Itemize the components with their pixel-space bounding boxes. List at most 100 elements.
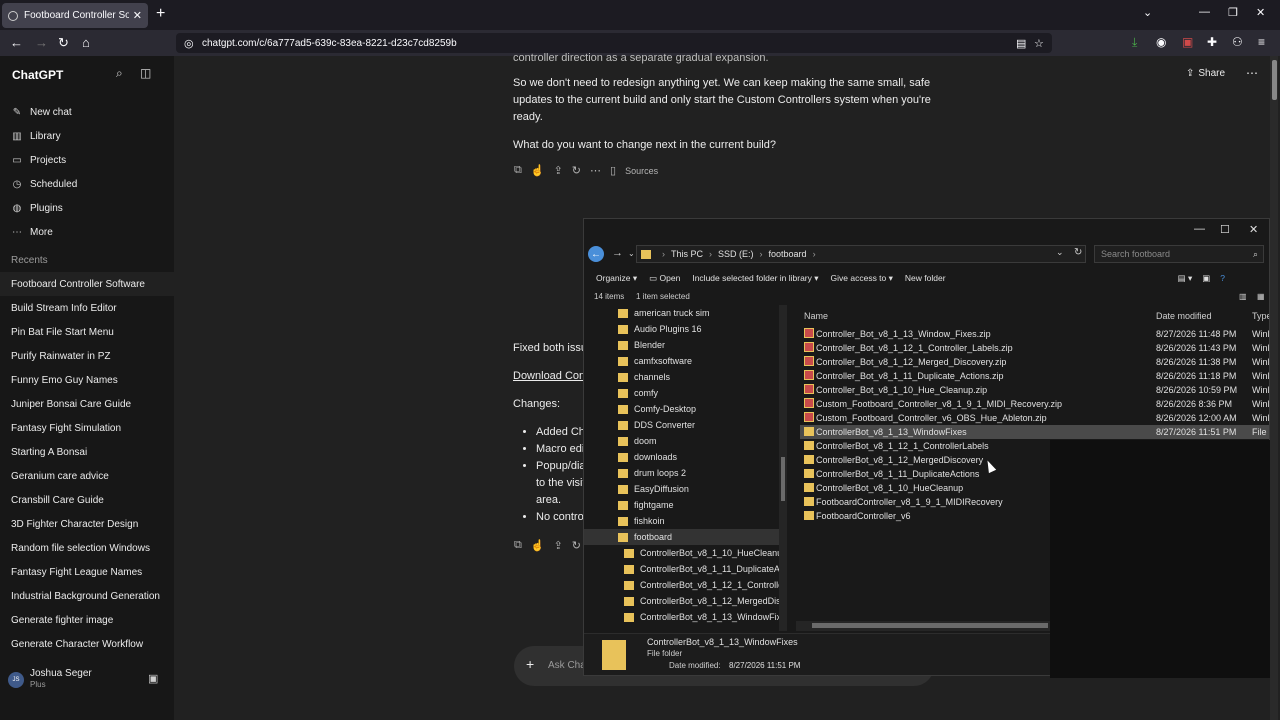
- column-header-type[interactable]: Type: [1252, 311, 1269, 321]
- column-header-name[interactable]: Name: [804, 311, 828, 321]
- recent-locations-chevron-icon[interactable]: ⌄: [628, 249, 635, 258]
- close-tab-icon[interactable]: ✕: [133, 9, 142, 22]
- tree-item[interactable]: ControllerBot_v8_1_13_WindowFixes: [584, 609, 779, 625]
- recent-chat[interactable]: Footboard Controller Software: [0, 272, 174, 296]
- minimize-icon[interactable]: —: [1199, 6, 1210, 18]
- forward-icon[interactable]: →: [612, 247, 623, 259]
- site-info-icon[interactable]: ◎: [184, 37, 194, 50]
- tree-item[interactable]: fishkoin: [584, 513, 779, 529]
- open-button[interactable]: ▭ Open: [649, 273, 680, 284]
- sources-button[interactable]: Sources: [625, 166, 658, 176]
- breadcrumb-item[interactable]: SSD (E:): [718, 249, 754, 259]
- tree-item[interactable]: Comfy-Desktop: [584, 401, 779, 417]
- column-header-date[interactable]: Date modified: [1156, 311, 1212, 321]
- download-link[interactable]: Download Con: [513, 368, 585, 385]
- give-access-button[interactable]: Give access to ▾: [831, 273, 893, 284]
- table-row[interactable]: ControllerBot_v8_1_13_WindowFixes 8/27/20…: [800, 425, 1269, 439]
- copy-icon[interactable]: ⧉: [514, 539, 522, 552]
- recent-chat[interactable]: Fantasy Fight Simulation: [0, 416, 174, 440]
- more-options-icon[interactable]: ⋯: [1246, 66, 1258, 80]
- table-row[interactable]: Controller_Bot_v8_1_12_1_Controller_Labe…: [800, 341, 1269, 355]
- back-icon[interactable]: ←: [588, 246, 604, 262]
- recent-chat[interactable]: Fantasy Fight League Names: [0, 560, 174, 584]
- table-row[interactable]: Controller_Bot_v8_1_11_Duplicate_Actions…: [800, 369, 1269, 383]
- breadcrumb-item[interactable]: footboard: [769, 249, 807, 259]
- refresh-icon[interactable]: ↻: [1074, 247, 1082, 258]
- breadcrumb-item[interactable]: This PC: [671, 249, 703, 259]
- sidebar-item-library[interactable]: ▥ Library: [0, 124, 174, 148]
- bookmark-star-icon[interactable]: ☆: [1034, 37, 1044, 50]
- sources-book-icon[interactable]: ▯: [610, 164, 616, 177]
- sidebar-toggle-icon[interactable]: ◫: [140, 66, 151, 80]
- tree-item[interactable]: Blender: [584, 337, 779, 353]
- recent-chat[interactable]: Geranium care advice: [0, 464, 174, 488]
- recent-chat[interactable]: Random file selection Windows: [0, 536, 174, 560]
- extension-badge-icon[interactable]: ▣: [1182, 35, 1193, 49]
- thumbnail-view-icon[interactable]: ▦: [1257, 292, 1265, 301]
- table-row[interactable]: Controller_Bot_v8_1_12_Merged_Discovery.…: [800, 355, 1269, 369]
- preview-pane-icon[interactable]: ▣: [1202, 273, 1210, 284]
- view-options-icon[interactable]: ▤ ▾: [1178, 273, 1193, 284]
- profile-icon[interactable]: ⚇: [1232, 35, 1243, 49]
- home-icon[interactable]: ⌂: [82, 35, 90, 50]
- tree-item[interactable]: fightgame: [584, 497, 779, 513]
- copy-icon[interactable]: ⧉: [514, 164, 522, 177]
- recent-chat[interactable]: Juniper Bonsai Care Guide: [0, 392, 174, 416]
- menu-icon[interactable]: ≡: [1258, 35, 1265, 49]
- new-tab-icon[interactable]: +: [156, 5, 165, 23]
- recent-chat[interactable]: Cransbill Care Guide: [0, 488, 174, 512]
- recent-chat[interactable]: Funny Emo Guy Names: [0, 368, 174, 392]
- tree-item[interactable]: downloads: [584, 449, 779, 465]
- tree-item[interactable]: channels: [584, 369, 779, 385]
- tree-item[interactable]: ControllerBot_v8_1_12_1_ControllerL: [584, 577, 779, 593]
- sidebar-item-projects[interactable]: ▭ Projects: [0, 148, 174, 172]
- reload-icon[interactable]: ↻: [58, 35, 69, 51]
- maximize-icon[interactable]: ☐: [1220, 223, 1230, 236]
- minimize-icon[interactable]: —: [1194, 223, 1205, 235]
- help-icon[interactable]: ?: [1220, 273, 1225, 283]
- tree-item[interactable]: camfxsoftware: [584, 353, 779, 369]
- tree-item[interactable]: ControllerBot_v8_1_11_DuplicateActic: [584, 561, 779, 577]
- thumbs-icon[interactable]: ☝: [531, 539, 545, 552]
- search-input[interactable]: Search footboard ⌕: [1094, 245, 1264, 263]
- sidebar-item-scheduled[interactable]: ◷ Scheduled: [0, 172, 174, 196]
- tree-item[interactable]: ControllerBot_v8_1_10_HueCleanup: [584, 545, 779, 561]
- extensions-icon[interactable]: ✚: [1207, 35, 1217, 49]
- table-row[interactable]: Custom_Footboard_Controller_v6_OBS_Hue_A…: [800, 411, 1269, 425]
- recent-chat[interactable]: Purify Rainwater in PZ: [0, 344, 174, 368]
- back-icon[interactable]: ←: [10, 35, 23, 50]
- account-icon[interactable]: ◉: [1156, 35, 1166, 49]
- reader-view-icon[interactable]: ▤: [1016, 37, 1026, 50]
- regenerate-icon[interactable]: ↻: [572, 539, 581, 552]
- page-scrollbar[interactable]: [1270, 56, 1278, 720]
- recent-chat[interactable]: Starting A Bonsai: [0, 440, 174, 464]
- breadcrumb[interactable]: › This PC › SSD (E:) › footboard ›: [636, 245, 1086, 263]
- attach-plus-icon[interactable]: +: [526, 656, 534, 672]
- user-profile[interactable]: JS Joshua Seger Plus ▣: [8, 666, 166, 692]
- share-message-icon[interactable]: ⇪: [554, 164, 563, 177]
- tree-item[interactable]: EasyDiffusion: [584, 481, 779, 497]
- downloads-icon[interactable]: ⤓: [1132, 35, 1137, 50]
- table-row[interactable]: Custom_Footboard_Controller_v8_1_9_1_MID…: [800, 397, 1269, 411]
- address-dropdown-icon[interactable]: ⌄: [1056, 247, 1064, 258]
- regenerate-icon[interactable]: ↻: [572, 164, 581, 177]
- tree-item[interactable]: doom: [584, 433, 779, 449]
- browser-tab[interactable]: Footboard Controller Software ✕: [2, 3, 148, 28]
- tree-scrollbar-thumb[interactable]: [781, 457, 785, 501]
- thumbs-icon[interactable]: ☝: [531, 164, 545, 177]
- sidebar-item-new-chat[interactable]: ✎ New chat: [0, 100, 174, 124]
- more-icon[interactable]: ⋯: [590, 164, 601, 177]
- share-button[interactable]: ⇪ Share: [1186, 68, 1225, 79]
- organize-button[interactable]: Organize ▾: [596, 273, 637, 284]
- details-view-icon[interactable]: ▥: [1239, 292, 1247, 301]
- tree-item[interactable]: ControllerBot_v8_1_12_MergedDiscov: [584, 593, 779, 609]
- sidebar-item-plugins[interactable]: ◍ Plugins: [0, 196, 174, 220]
- recent-chat[interactable]: Pin Bat File Start Menu: [0, 320, 174, 344]
- table-row[interactable]: Controller_Bot_v8_1_10_Hue_Cleanup.zip 8/…: [800, 383, 1269, 397]
- include-in-library-button[interactable]: Include selected folder in library ▾: [692, 273, 818, 284]
- close-window-icon[interactable]: ✕: [1256, 6, 1265, 19]
- recent-chat[interactable]: Generate Character Workflow: [0, 632, 174, 656]
- tree-item[interactable]: comfy: [584, 385, 779, 401]
- tree-item[interactable]: footboard: [584, 529, 779, 545]
- table-row[interactable]: Controller_Bot_v8_1_13_Window_Fixes.zip 8…: [800, 327, 1269, 341]
